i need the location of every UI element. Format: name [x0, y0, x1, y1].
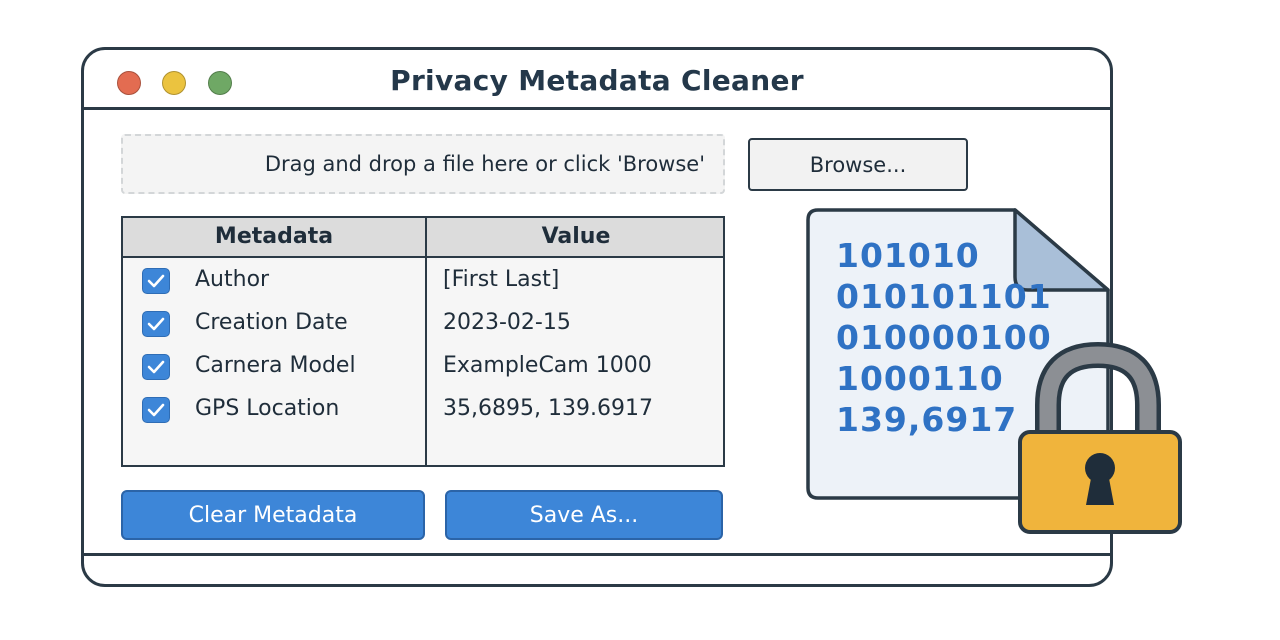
- metadata-label: GPS Location: [195, 396, 340, 421]
- clear-metadata-button[interactable]: Clear Metadata: [121, 490, 425, 540]
- checkmark-icon: [147, 317, 165, 331]
- dropzone-text: Drag and drop a file here or click 'Brow…: [264, 152, 705, 176]
- table-row: Creation Date 2023-02-15: [123, 303, 723, 346]
- column-header-metadata: Metadata: [214, 224, 334, 249]
- secured-file-illustration: 101010 010101101 010000100 1000110 139,6…: [800, 205, 1190, 535]
- metadata-label: Author: [195, 267, 270, 292]
- gps-location-checkbox[interactable]: [142, 397, 170, 423]
- checkmark-icon: [147, 360, 165, 374]
- metadata-table: Metadata Value Author [First Last] Creat…: [121, 216, 725, 467]
- table-row: GPS Location 35,6895, 139.6917: [123, 389, 723, 432]
- save-as-button[interactable]: Save As...: [445, 490, 723, 540]
- checkmark-icon: [147, 403, 165, 417]
- padlock-icon: [1018, 341, 1182, 534]
- table-header: Metadata Value: [123, 218, 723, 258]
- checkmark-icon: [147, 274, 165, 288]
- browse-button[interactable]: Browse...: [748, 138, 968, 191]
- creation-date-checkbox[interactable]: [142, 311, 170, 337]
- metadata-label: Carnera Model: [195, 353, 356, 378]
- metadata-value: 35,6895, 139.6917: [443, 396, 653, 421]
- metadata-value: [First Last]: [443, 267, 560, 292]
- metadata-value: 2023-02-15: [443, 310, 571, 335]
- camera-model-checkbox[interactable]: [142, 354, 170, 380]
- table-row: Carnera Model ExampleCam 1000: [123, 346, 723, 389]
- title-bar: Privacy Metadata Cleaner: [84, 50, 1110, 110]
- table-row: Author [First Last]: [123, 260, 723, 303]
- window-footer-divider: [84, 553, 1110, 556]
- column-header-value: Value: [541, 224, 611, 249]
- window-title: Privacy Metadata Cleaner: [390, 64, 804, 97]
- author-checkbox[interactable]: [142, 268, 170, 294]
- metadata-value: ExampleCam 1000: [443, 353, 652, 378]
- metadata-label: Creation Date: [195, 310, 348, 335]
- file-dropzone[interactable]: Drag and drop a file here or click 'Brow…: [121, 134, 725, 194]
